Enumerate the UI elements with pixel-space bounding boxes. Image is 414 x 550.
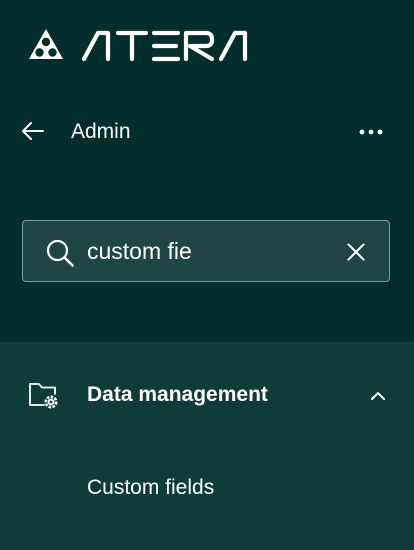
result-item-custom-fields[interactable]: Custom fields: [0, 466, 414, 510]
folder-settings-icon: [29, 383, 58, 409]
page-header: Admin: [0, 108, 414, 156]
arrow-left-icon: [22, 122, 44, 140]
close-icon: [347, 243, 365, 261]
page-title: Admin: [71, 120, 131, 143]
more-options-button[interactable]: [354, 118, 388, 146]
back-button[interactable]: [18, 118, 48, 144]
atera-logo: [28, 27, 256, 63]
more-horizontal-icon: [359, 129, 383, 135]
atera-logo-mark: [29, 29, 248, 62]
chevron-up-icon: [371, 392, 385, 400]
search-box: [22, 220, 390, 282]
search-results: Data management Custom fields: [0, 342, 414, 550]
admin-sidebar: Admin custom fie Data management Custom …: [0, 0, 414, 550]
result-item-label: Custom fields: [87, 476, 215, 499]
search-input[interactable]: [87, 233, 337, 269]
section-data-management[interactable]: Data management: [0, 368, 414, 424]
search-icon: [46, 239, 74, 267]
clear-search-button[interactable]: [343, 239, 369, 265]
section-label: Data management: [87, 383, 268, 406]
